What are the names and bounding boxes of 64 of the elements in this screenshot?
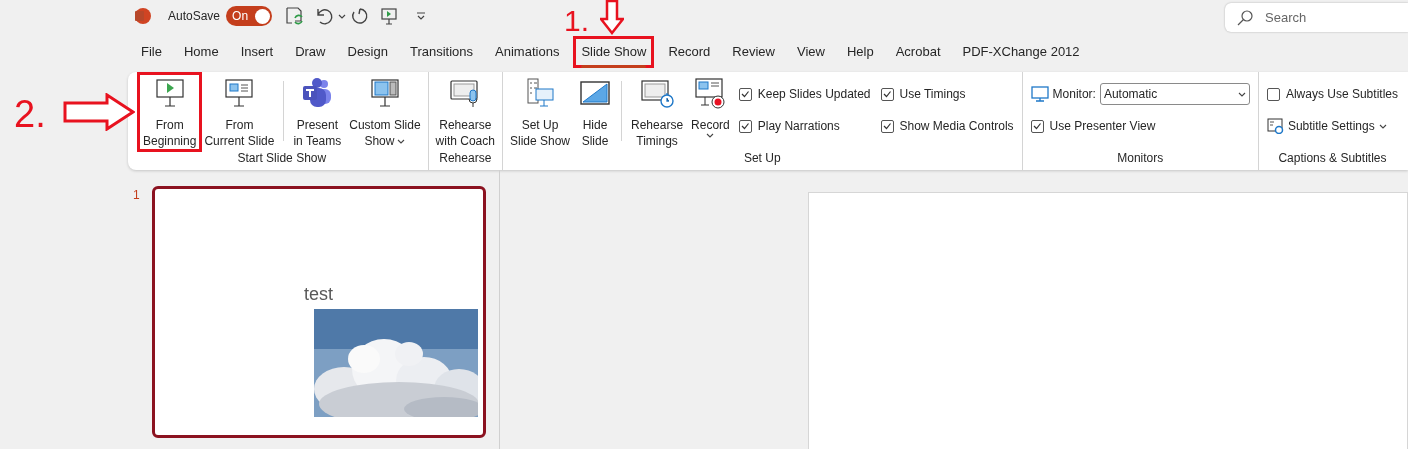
group-label: Start Slide Show (237, 150, 327, 167)
group-label: Captions & Subtitles (1278, 150, 1387, 167)
checkmark-icon (881, 121, 893, 131)
ribbon-tab[interactable]: Review (727, 39, 780, 65)
powerpoint-logo-icon (134, 7, 152, 25)
search-icon (1237, 9, 1253, 26)
ribbon-tab[interactable]: Help (841, 39, 879, 65)
record-icon (693, 77, 728, 109)
checkmark-icon (1031, 121, 1043, 131)
ribbon-button[interactable]: Rehearse Timings (628, 75, 687, 149)
monitor-label: Monitor: (1052, 86, 1096, 103)
ribbon-button[interactable]: From Current Slide (201, 75, 278, 149)
checkmark-icon (739, 89, 751, 99)
checkbox[interactable]: Always Use Subtitles (1266, 83, 1398, 105)
ribbon-tab[interactable]: Draw (290, 39, 331, 65)
ribbon-tab[interactable]: Record (663, 39, 716, 65)
checkbox[interactable]: Show Media Controls (880, 115, 1014, 137)
autosave-label: AutoSave (168, 8, 221, 25)
ribbon-tab[interactable]: Slide Show (576, 39, 652, 65)
ribbon-tab[interactable]: Design (342, 39, 393, 65)
presentation-icon[interactable] (380, 7, 399, 25)
ribbon-button[interactable]: From Beginning (140, 75, 200, 149)
subtitle-settings-button[interactable]: Subtitle Settings (1266, 115, 1398, 137)
ribbon-tab[interactable]: Transitions (404, 39, 479, 65)
checkbox[interactable]: Use Presenter View (1030, 115, 1250, 137)
caret-icon (1237, 91, 1246, 97)
search-field[interactable]: Search (1225, 2, 1408, 32)
checkmark-icon (739, 121, 751, 131)
slide-number: 1 (133, 187, 141, 204)
group-label: Monitors (1117, 150, 1164, 167)
ribbon-button[interactable]: Record (688, 75, 733, 149)
timings-icon (640, 77, 675, 109)
checkmark-icon (881, 89, 893, 99)
ribbon-tab[interactable]: Home (178, 39, 224, 65)
subtitle-settings-icon (1266, 118, 1284, 134)
caret-icon (1378, 123, 1387, 129)
checkbox[interactable]: Play Narrations (738, 115, 871, 137)
ribbon-button[interactable]: Rehearse with Coach (432, 75, 498, 149)
ribbon-button[interactable]: Hide Slide (575, 75, 616, 149)
group-label: Set Up (743, 150, 781, 167)
monitor-dropdown[interactable]: Automatic (1099, 83, 1250, 105)
monitor-icon (1030, 86, 1049, 102)
step-number: 2. (14, 94, 46, 134)
slide-title: test (304, 283, 334, 305)
ribbon-tab[interactable]: Acrobat (890, 39, 946, 65)
step-number: 1. (564, 4, 590, 38)
ribbon-tab[interactable]: File (136, 39, 167, 65)
ribbon-tab[interactable]: View (792, 39, 830, 65)
save-icon[interactable] (284, 6, 305, 26)
ribbon-tab[interactable]: Insert (235, 39, 279, 65)
ribbon-tab[interactable]: PDF-XChange 2012 (957, 39, 1085, 65)
customize-caret-icon[interactable] (416, 12, 427, 20)
ribbon-button[interactable]: Set Up Slide Show (507, 75, 574, 149)
undo-icon[interactable] (314, 6, 335, 26)
ribbon-button[interactable]: Present in Teams (290, 75, 345, 149)
down-arrow-icon (600, 0, 624, 35)
checkbox[interactable]: Keep Slides Updated (738, 83, 871, 105)
slide-thumbnail[interactable]: test (152, 186, 486, 438)
ribbon-tab[interactable]: Animations (490, 39, 565, 65)
ribbon-button[interactable]: Custom Slide Show (346, 75, 424, 149)
checkbox[interactable]: Use Timings (880, 83, 1014, 105)
group-label: Rehearse (439, 150, 492, 167)
autosave-toggle[interactable]: On (226, 6, 273, 26)
caret-icon[interactable] (338, 13, 347, 19)
